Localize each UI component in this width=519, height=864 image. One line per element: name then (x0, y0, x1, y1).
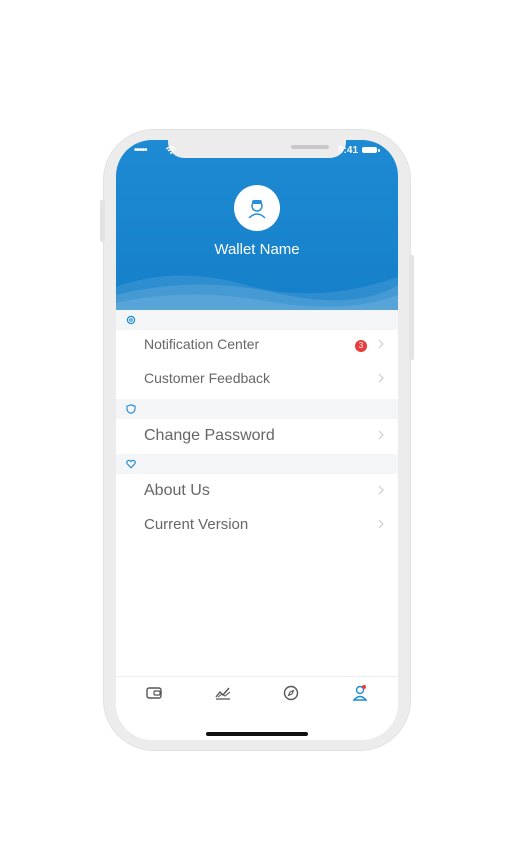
shield-icon (126, 404, 136, 414)
heart-icon (126, 459, 136, 469)
change-password-label: Change Password (144, 427, 275, 444)
wallet-name: Wallet Name (214, 241, 300, 258)
speaker (291, 145, 329, 149)
menu-item-current-version[interactable]: Current Version (116, 508, 398, 542)
about-us-label: About Us (144, 482, 210, 499)
menu-item-change-password[interactable]: Change Password (116, 419, 398, 453)
chevron-right-icon (378, 519, 384, 529)
profile-header: ••••• 9:41 Wallet Name (116, 140, 398, 310)
signal-strength: ••••• (134, 145, 147, 156)
section-header-settings (116, 310, 398, 330)
market-chart-icon (215, 687, 231, 700)
wallet-icon (146, 687, 162, 699)
home-indicator[interactable] (206, 732, 308, 736)
profile-icon (352, 685, 368, 701)
phone-screen: ••••• 9:41 Wallet Name Notification Cent… (116, 140, 398, 740)
status-time: 9:41 (338, 145, 359, 156)
settings-icon (126, 315, 136, 325)
user-avatar-icon (248, 200, 266, 219)
discover-compass-icon (283, 685, 299, 701)
notification-badge: 3 (355, 340, 367, 352)
menu-item-notification-center[interactable]: Notification Center 3 (116, 328, 398, 362)
customer-feedback-label: Customer Feedback (144, 370, 271, 386)
phone-side-button-right (409, 255, 414, 360)
tab-market[interactable] (213, 683, 233, 703)
tab-profile[interactable] (350, 683, 370, 703)
chevron-right-icon (378, 339, 384, 349)
current-version-label: Current Version (144, 516, 249, 533)
battery-icon (362, 147, 380, 153)
wifi-icon (166, 146, 176, 154)
chevron-right-icon (378, 485, 384, 495)
avatar[interactable] (234, 185, 280, 231)
tab-discover[interactable] (281, 683, 301, 703)
tab-wallet[interactable] (144, 683, 164, 703)
chevron-right-icon (378, 373, 384, 383)
header-waves-decoration (116, 275, 398, 310)
notification-center-label: Notification Center (144, 336, 260, 352)
section-header-security (116, 399, 398, 419)
notch (168, 140, 346, 158)
menu-item-about-us[interactable]: About Us (116, 474, 398, 508)
section-header-about (116, 454, 398, 474)
menu-item-customer-feedback[interactable]: Customer Feedback (116, 362, 398, 396)
chevron-right-icon (378, 430, 384, 440)
bottom-tab-bar (116, 676, 398, 711)
phone-side-button-left (100, 200, 105, 242)
